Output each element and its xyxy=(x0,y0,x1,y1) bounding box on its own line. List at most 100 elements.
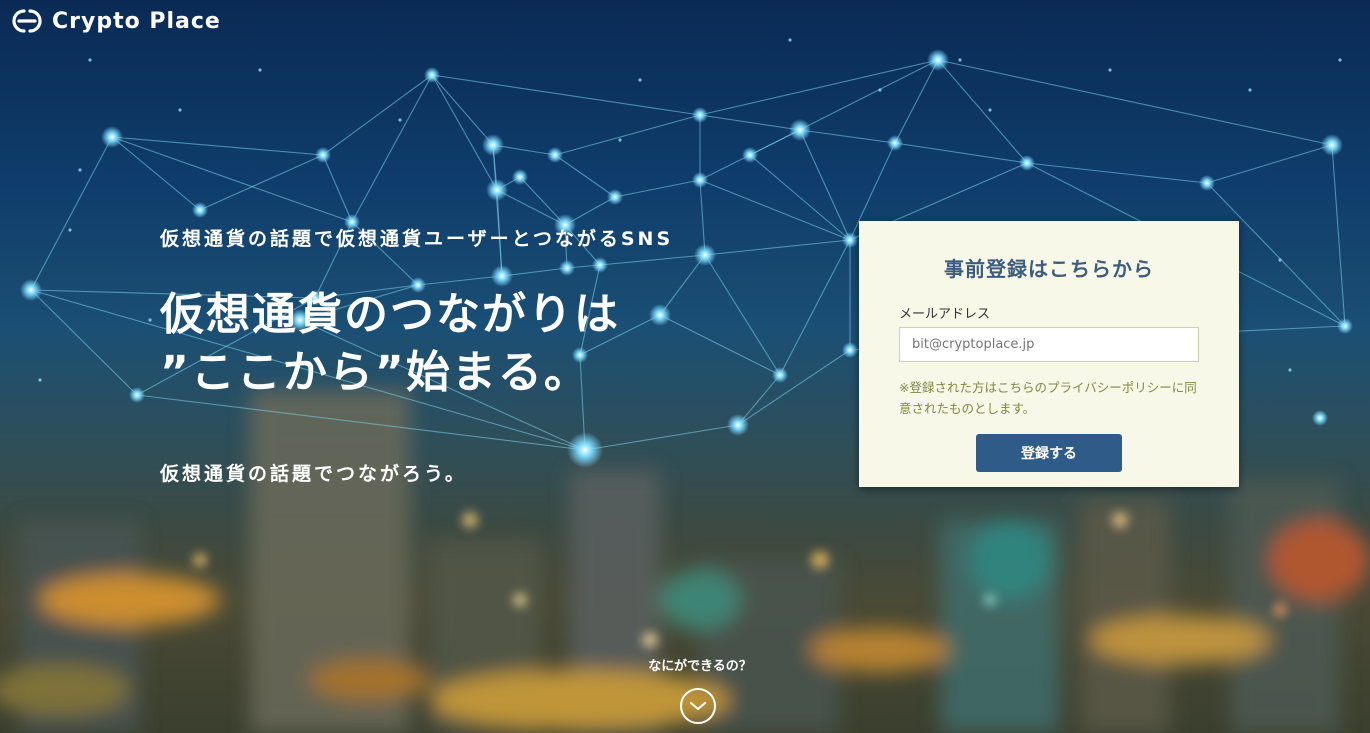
star-dot xyxy=(988,108,992,112)
star-dot xyxy=(1338,58,1342,62)
network-node xyxy=(482,134,504,156)
network-node xyxy=(315,147,331,163)
star-dot xyxy=(258,68,262,72)
network-node xyxy=(772,367,788,383)
email-label: メールアドレス xyxy=(899,307,991,322)
network-node xyxy=(694,244,716,266)
network-link xyxy=(431,74,498,191)
star-dot xyxy=(878,88,882,92)
star-dot xyxy=(148,318,152,322)
network-node xyxy=(101,126,123,148)
network-link xyxy=(894,59,939,144)
network-node xyxy=(742,147,758,163)
star-dot xyxy=(638,78,642,82)
network-link xyxy=(699,179,706,256)
chevron-down-icon xyxy=(690,702,706,710)
network-node xyxy=(559,260,575,276)
network-link xyxy=(614,179,701,198)
hero-subline: 仮想通貨の話題でつながろう。 xyxy=(160,463,467,485)
network-link xyxy=(417,275,503,286)
network-link xyxy=(704,239,851,256)
network-link xyxy=(799,129,896,144)
network-link xyxy=(584,424,739,451)
network-node xyxy=(842,232,858,248)
star-dot xyxy=(1288,368,1292,372)
network-node xyxy=(1019,155,1035,171)
star-dot xyxy=(88,58,92,62)
hero-headline: 仮想通貨のつながりは ”ここから”始まる。 xyxy=(160,286,620,402)
network-node xyxy=(424,67,440,83)
network-link xyxy=(554,154,616,198)
network-link xyxy=(199,154,324,211)
network-link xyxy=(111,136,353,223)
network-node xyxy=(887,135,903,151)
network-node xyxy=(20,279,42,301)
network-node xyxy=(607,189,623,205)
star-dot xyxy=(78,168,82,172)
network-link xyxy=(699,114,801,131)
network-link xyxy=(699,59,939,116)
crypto-place-logo-icon xyxy=(12,9,42,33)
network-node xyxy=(1312,410,1328,426)
scroll-hint-text: なにができるの？ xyxy=(648,659,752,674)
network-node xyxy=(567,432,603,468)
network-node xyxy=(1321,134,1343,156)
network-node xyxy=(842,342,858,358)
star-dot xyxy=(958,58,962,62)
network-link xyxy=(322,74,433,156)
network-node xyxy=(192,202,208,218)
network-link xyxy=(659,254,706,316)
network-link xyxy=(111,136,324,156)
network-node xyxy=(129,387,145,403)
hero-headline-line-2: ”ここから”始まる。 xyxy=(160,347,590,398)
network-link xyxy=(699,179,851,241)
network-node xyxy=(486,179,508,201)
network-link xyxy=(704,254,781,376)
network-node xyxy=(927,49,949,71)
network-link xyxy=(1331,144,1346,327)
network-link xyxy=(937,59,1333,146)
network-link xyxy=(30,136,113,291)
hero-section: Crypto Place 仮想通貨の話題で仮想通貨ユーザーとつながるSNS 仮想… xyxy=(0,0,1370,733)
network-link xyxy=(599,254,706,266)
network-node xyxy=(1337,318,1353,334)
registration-title: 事前登録はこちらから xyxy=(944,257,1154,281)
network-node xyxy=(1199,175,1215,191)
network-node xyxy=(649,304,671,326)
network-link xyxy=(1206,144,1333,184)
star-dot xyxy=(1108,68,1112,72)
network-link xyxy=(749,154,851,241)
network-link xyxy=(737,349,851,426)
network-link xyxy=(699,154,751,181)
pre-registration-card: 事前登録はこちらから メールアドレス ※登録された方はこちらのプライバシーポリシ… xyxy=(859,221,1239,487)
scroll-down-button[interactable] xyxy=(680,688,716,724)
network-node xyxy=(692,107,708,123)
network-link xyxy=(431,74,494,146)
star-dot xyxy=(618,138,622,142)
brand-logo[interactable]: Crypto Place xyxy=(10,6,221,36)
star-dot xyxy=(178,108,182,112)
network-node xyxy=(547,147,563,163)
email-field[interactable] xyxy=(899,327,1199,362)
star-dot xyxy=(788,38,792,42)
network-link xyxy=(496,189,566,226)
register-button[interactable]: 登録する xyxy=(976,434,1122,472)
network-node xyxy=(727,414,749,436)
brand-name: Crypto Place xyxy=(52,8,221,34)
hero-headline-line-1: 仮想通貨のつながりは xyxy=(160,289,620,340)
network-link xyxy=(659,314,781,376)
network-link xyxy=(351,74,433,223)
star-dot xyxy=(398,118,402,122)
network-node xyxy=(491,265,513,287)
network-node xyxy=(592,257,608,273)
network-link xyxy=(779,239,851,376)
privacy-policy-note[interactable]: ※登録された方はこちらのプライバシーポリシーに同意されたものとします。 xyxy=(899,377,1209,419)
star-dot xyxy=(68,228,72,232)
network-link xyxy=(111,136,201,211)
network-link xyxy=(431,74,701,116)
star-dot xyxy=(1278,258,1282,262)
network-link xyxy=(894,142,1028,164)
star-dot xyxy=(38,378,42,382)
network-link xyxy=(937,59,1028,164)
network-node xyxy=(692,172,708,188)
